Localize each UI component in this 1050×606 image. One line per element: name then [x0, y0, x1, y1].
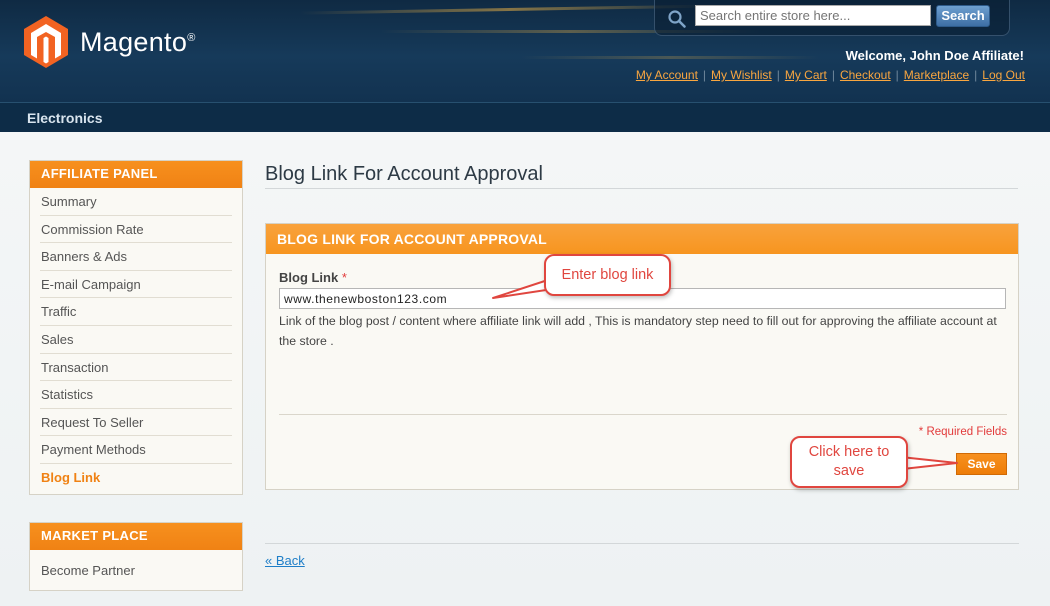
search-bar: Search — [654, 0, 1010, 36]
link-log-out[interactable]: Log Out — [982, 68, 1025, 82]
sidebar-item-become-partner[interactable]: Become Partner — [40, 557, 232, 585]
sidebar-item-sales[interactable]: Sales — [40, 326, 232, 354]
link-marketplace[interactable]: Marketplace — [904, 68, 969, 82]
sidebar-item-commission-rate[interactable]: Commission Rate — [40, 216, 232, 244]
nav-item-electronics[interactable]: Electronics — [27, 110, 102, 126]
welcome-message: Welcome, John Doe Affiliate! — [845, 48, 1024, 63]
account-links: My Account | My Wishlist | My Cart | Checkout |… — [636, 68, 1025, 82]
separator: | — [895, 68, 899, 82]
search-button[interactable]: Search — [936, 5, 990, 27]
store-logo[interactable]: Magento® — [24, 16, 196, 68]
sidebar-item-email-campaign[interactable]: E-mail Campaign — [40, 271, 232, 299]
logo-text: Magento — [80, 26, 188, 57]
divider — [279, 414, 1007, 415]
blog-link-label: Blog Link * — [279, 270, 347, 285]
registered-mark: ® — [187, 31, 196, 44]
back-link[interactable]: « Back — [265, 553, 305, 568]
sidebar-title-affiliate-panel: AFFILIATE PANEL — [30, 161, 242, 188]
separator: | — [831, 68, 835, 82]
panel-heading: BLOG LINK FOR ACCOUNT APPROVAL — [266, 224, 1018, 254]
link-checkout[interactable]: Checkout — [840, 68, 891, 82]
category-nav: Electronics — [0, 102, 1050, 132]
required-asterisk: * — [341, 270, 347, 285]
separator: | — [776, 68, 780, 82]
separator: | — [974, 68, 978, 82]
page-title: Blog Link For Account Approval — [265, 163, 543, 185]
link-my-cart[interactable]: My Cart — [785, 68, 827, 82]
sidebar-title-market-place: MARKET PLACE — [30, 523, 242, 550]
header-decoration — [520, 56, 820, 59]
callout-click-to-save: Click here to save — [790, 436, 908, 488]
sidebar-item-payment-methods[interactable]: Payment Methods — [40, 436, 232, 464]
search-input[interactable] — [695, 5, 931, 26]
link-my-wishlist[interactable]: My Wishlist — [711, 68, 772, 82]
divider — [265, 188, 1018, 189]
sidebar-item-banners-ads[interactable]: Banners & Ads — [40, 243, 232, 271]
sidebar-item-transaction[interactable]: Transaction — [40, 354, 232, 382]
blog-link-label-text: Blog Link — [279, 270, 339, 285]
sidebar-item-request-to-seller[interactable]: Request To Seller — [40, 409, 232, 437]
separator: | — [702, 68, 707, 82]
market-place-sidebar: MARKET PLACE Become Partner — [29, 522, 243, 591]
divider — [265, 543, 1019, 544]
sidebar-item-summary[interactable]: Summary — [40, 188, 232, 216]
magento-logo-icon — [24, 16, 68, 68]
blog-link-help-text: Link of the blog post / content where af… — [279, 314, 997, 348]
callout-enter-blog-link: Enter blog link — [544, 254, 671, 296]
affiliate-panel-sidebar: AFFILIATE PANEL Summary Commission Rate … — [29, 160, 243, 495]
search-icon[interactable] — [667, 9, 687, 29]
required-fields-note: * Required Fields — [918, 426, 1007, 438]
sidebar-item-blog-link[interactable]: Blog Link — [40, 464, 232, 492]
site-header: Magento® Search Welcome, John Doe Affili… — [0, 0, 1050, 102]
sidebar-item-statistics[interactable]: Statistics — [40, 381, 232, 409]
save-button[interactable]: Save — [956, 453, 1007, 475]
sidebar-item-traffic[interactable]: Traffic — [40, 298, 232, 326]
link-my-account[interactable]: My Account — [636, 68, 698, 82]
